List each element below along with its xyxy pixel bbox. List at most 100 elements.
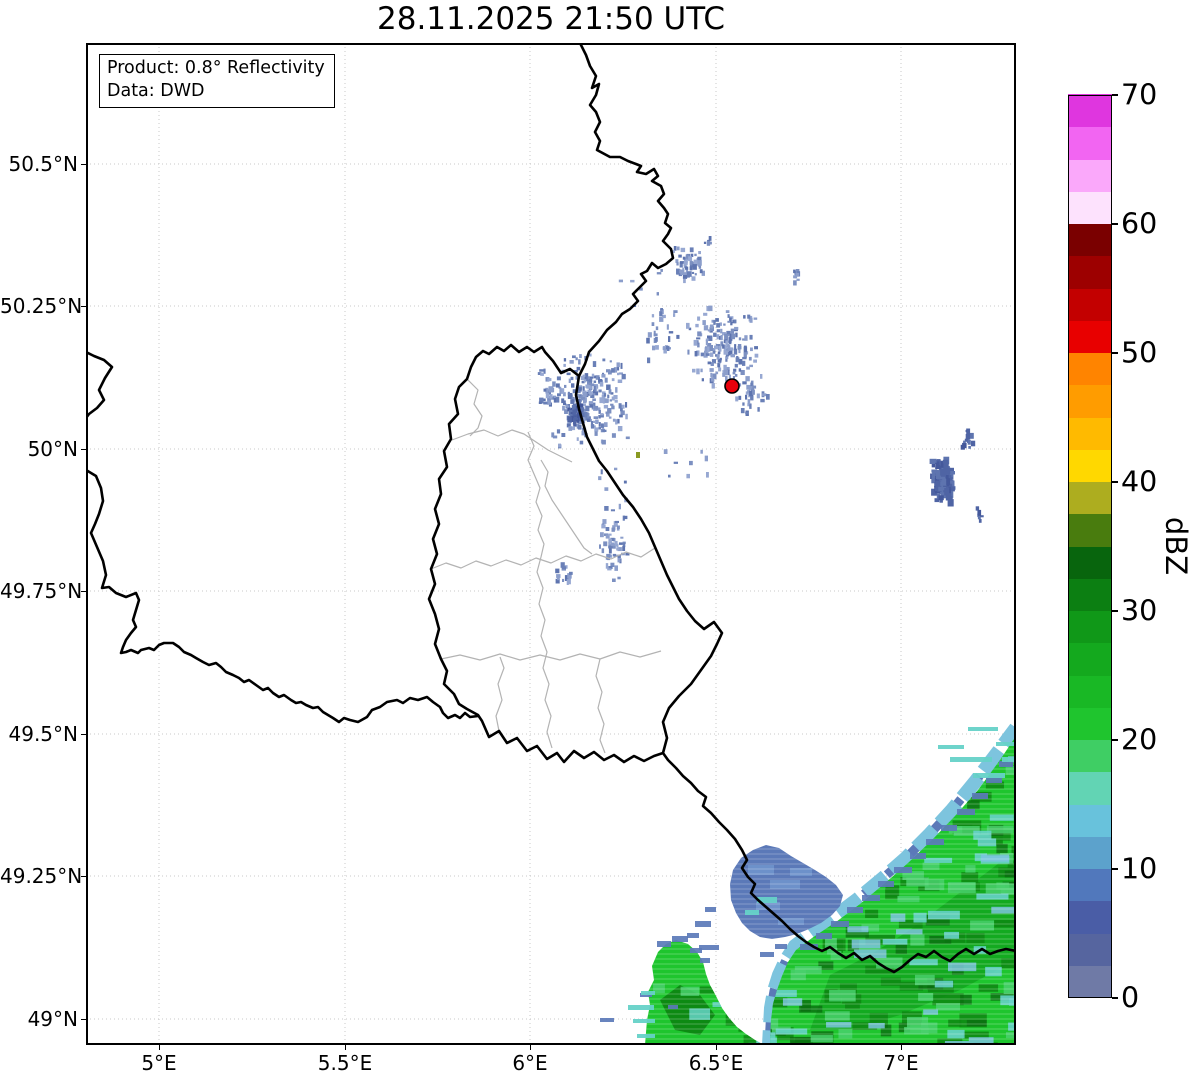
echo-pixel [545,393,550,399]
colorbar-tick-label: 70 [1121,78,1158,112]
echo-pixel [575,357,578,361]
echo-pixel [619,414,623,418]
echo-pixel [716,334,720,340]
precip-slate-cap [878,881,894,887]
precip-cyan-streak [968,727,998,731]
echo-pixel [593,416,598,419]
echo-pixel [558,443,561,447]
echo-pixel [740,408,745,414]
echo-pixel [696,337,701,340]
echo-pixel [582,392,587,398]
echo-pixel [599,381,604,387]
echo-pixel [539,369,544,372]
echo-pixel [615,419,618,425]
echo-pixel [556,429,561,434]
echo-pixel [563,358,567,362]
echo-pixel [718,367,722,372]
echo-pixel [676,262,679,266]
echo-pixel [710,372,713,378]
echo-pixel [563,363,566,367]
echo-pixel [616,525,620,530]
echo-pixel [663,449,668,454]
echo-pixel [709,345,713,351]
echo-pixel [748,356,752,361]
echo-pixel [623,480,627,484]
echo-pixel [694,351,698,357]
echo-pixel [603,404,609,409]
colorbar-tick-label: 30 [1121,594,1158,628]
echo-pixel [617,418,620,424]
echo-pixel [737,344,742,350]
echo-pixel [693,259,698,265]
colorbar-tick-mark [1112,223,1118,225]
y-tick-mark [81,733,86,735]
echo-pixel [668,331,674,334]
echo-pixel [598,426,601,430]
echo-pixel [725,356,729,360]
echo-pixel [656,272,662,275]
canton-border [595,658,606,754]
echo-pixel [600,423,604,428]
echo-pixel [723,369,729,376]
echo-pixel [547,378,552,382]
canton-border [466,378,483,437]
echo-pixel [967,439,971,445]
givet-salient [86,350,114,420]
echo-pixel [936,471,940,478]
echo-pixel [592,361,597,367]
precip-slate-cap [831,921,849,927]
echo-pixel [673,313,676,317]
echo-pixel [561,398,565,404]
echo-pixel [623,515,628,520]
x-tick-mark [344,1045,346,1050]
echo-pixel [620,536,624,539]
echo-pixel [653,330,656,337]
echo-pixel [580,407,585,411]
echo-pixel [702,320,706,325]
echo-pixel [966,428,971,435]
echo-pixel [685,266,689,270]
echo-pixel [611,433,616,438]
echo-pixel [577,424,582,430]
echo-pixel [562,578,565,582]
precip-cyan-streak [641,991,655,995]
precip-slate-cap [957,809,975,815]
figure-title: 28.11.2025 21:50 UTC [377,1,725,37]
echo-pixel [716,354,720,360]
echo-pixel [601,439,606,445]
echo-pixel [745,376,750,382]
echo-pixel [733,319,737,324]
echo-pixel [734,326,739,330]
echo-pixel [617,557,621,563]
echo-pixel [724,333,727,340]
echo-pixel [618,279,623,283]
echo-pixel [543,388,547,392]
y-tick-label: 50°N [27,437,78,461]
echo-pixel [689,266,693,271]
precip-slate-cap [672,936,688,942]
echo-pixel [611,378,615,382]
echo-pixel [590,421,593,427]
precip-patch [739,975,752,986]
precip-slate-cap [687,933,699,938]
precip-slate-cap [941,825,957,831]
echo-pixel [754,346,758,350]
precip-slate-cap [657,941,671,947]
echo-pixel [594,405,599,410]
echo-pixel [660,308,663,311]
precip-slate-cap [775,944,787,949]
precip-patch [746,1026,761,1036]
echo-pixel [592,398,596,401]
precip-cyan-streak [637,1034,655,1038]
echo-pixel [604,377,608,383]
echo-pixel [569,360,574,364]
echo-pixel [676,246,680,251]
echo-pixel [600,469,603,475]
echo-pixel [750,396,754,401]
echo-pixel [646,337,650,344]
echo-pixel [608,533,612,536]
echo-pixel [679,269,683,274]
country-borders [86,43,1016,974]
canton-border [536,556,553,749]
echo-pixel [716,323,721,328]
